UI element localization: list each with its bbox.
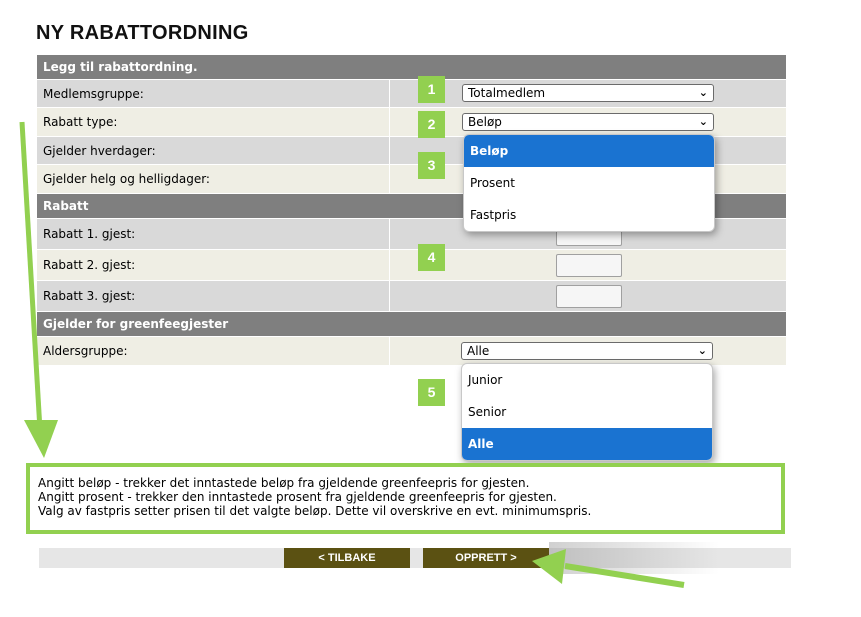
section-header-greenfee: Gjelder for greenfeegjester bbox=[37, 312, 786, 336]
info-line-3: Valg av fastpris setter prisen til det v… bbox=[38, 504, 592, 518]
guest1-label: Rabatt 1. gjest: bbox=[37, 219, 389, 249]
age-group-dropdown: Junior Senior Alle bbox=[461, 363, 713, 461]
guest3-label: Rabatt 3. gjest: bbox=[37, 281, 389, 311]
option-belop[interactable]: Beløp bbox=[464, 135, 714, 167]
age-group-value: Alle bbox=[467, 344, 490, 358]
guest2-discount-input[interactable] bbox=[556, 254, 622, 277]
member-group-select[interactable]: Totalmedlem ⌄ bbox=[462, 84, 714, 102]
row-guest2: Rabatt 2. gjest: bbox=[37, 250, 786, 280]
discount-type-label: Rabatt type: bbox=[37, 108, 389, 136]
guest3-discount-input[interactable] bbox=[556, 285, 622, 308]
step-badge-1: 1 bbox=[418, 76, 445, 103]
discount-type-dropdown: Beløp Prosent Fastpris bbox=[463, 134, 715, 232]
info-line-2: Angitt prosent - trekker den inntastede … bbox=[38, 490, 557, 504]
chevron-down-icon: ⌄ bbox=[697, 344, 707, 357]
guest2-label: Rabatt 2. gjest: bbox=[37, 250, 389, 280]
option-senior[interactable]: Senior bbox=[462, 396, 712, 428]
back-button[interactable]: < TILBAKE bbox=[284, 548, 410, 568]
age-group-select[interactable]: Alle ⌄ bbox=[461, 342, 713, 360]
member-group-value: Totalmedlem bbox=[468, 86, 546, 100]
step-badge-2: 2 bbox=[418, 111, 445, 138]
step-badge-4: 4 bbox=[418, 244, 445, 271]
section-header-add: Legg til rabattordning. bbox=[37, 55, 786, 79]
discount-type-select[interactable]: Beløp ⌄ bbox=[462, 113, 714, 131]
row-guest3: Rabatt 3. gjest: bbox=[37, 281, 786, 311]
member-group-label: Medlemsgruppe: bbox=[37, 80, 389, 107]
option-junior[interactable]: Junior bbox=[462, 364, 712, 396]
weekdays-label: Gjelder hverdager: bbox=[37, 137, 389, 164]
chevron-down-icon: ⌄ bbox=[698, 115, 708, 128]
create-button[interactable]: OPPRETT > bbox=[423, 548, 549, 568]
step-badge-3: 3 bbox=[418, 152, 445, 179]
weekends-label: Gjelder helg og helligdager: bbox=[37, 165, 389, 193]
option-prosent[interactable]: Prosent bbox=[464, 167, 714, 199]
info-box: Angitt beløp - trekker det inntastede be… bbox=[26, 463, 785, 534]
step-badge-5: 5 bbox=[418, 379, 445, 406]
chevron-down-icon: ⌄ bbox=[698, 86, 708, 99]
info-line-1: Angitt beløp - trekker det inntastede be… bbox=[38, 476, 530, 490]
discount-type-value: Beløp bbox=[468, 115, 502, 129]
page-title: NY RABATTORDNING bbox=[36, 22, 249, 44]
option-alle[interactable]: Alle bbox=[462, 428, 712, 460]
age-group-label: Aldersgruppe: bbox=[37, 337, 389, 365]
button-shadow bbox=[549, 542, 719, 574]
option-fastpris[interactable]: Fastpris bbox=[464, 199, 714, 231]
